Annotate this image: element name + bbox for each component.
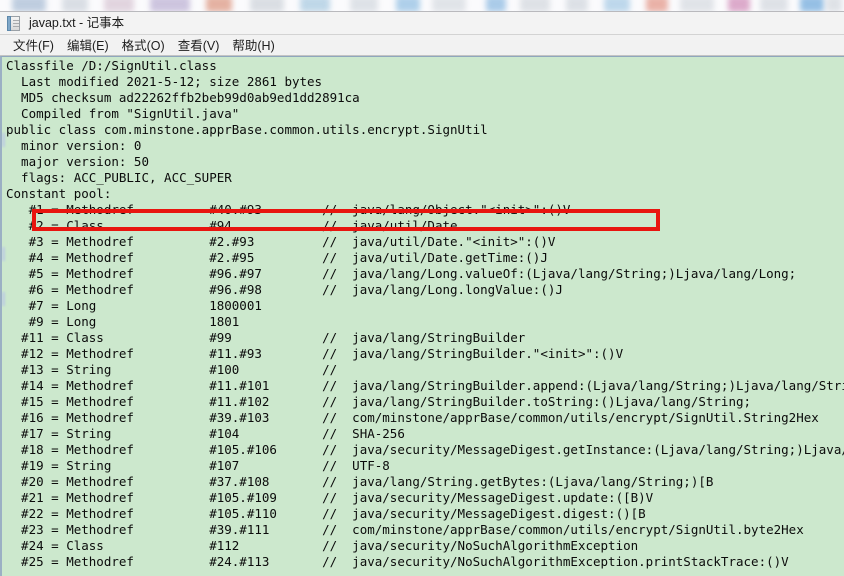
blurred-tab-blob [486,0,506,11]
blurred-tab-blob [646,0,668,11]
code-line: #12 = Methodref #11.#93 // java/lang/Str… [6,346,624,361]
blurred-tab-blob [12,0,46,11]
menu-edit[interactable]: 编辑(E) [63,34,118,56]
blurred-tab-blob [800,0,824,11]
code-line: #3 = Methodref #2.#93 // java/util/Date.… [6,234,556,249]
notepad-window: javap.txt - 记事本 文件(F) 编辑(E) 格式(O) 查看(V) … [0,12,844,576]
code-line: #23 = Methodref #39.#111 // com/minstone… [6,522,804,537]
blurred-tab-blob [62,0,88,11]
javap-output-text[interactable]: Classfile /D:/SignUtil.class Last modifi… [6,58,844,570]
blurred-tab-blob [150,0,190,11]
code-line: major version: 50 [6,154,149,169]
background-browser-strip [0,0,844,12]
code-line: public class com.minstone.apprBase.commo… [6,122,488,137]
blurred-tab-blob [520,0,550,11]
blurred-tab-blob [350,0,378,11]
code-line: #19 = String #107 // UTF-8 [6,458,390,473]
blurred-tab-blob [604,0,630,11]
blurred-tab-blob [728,0,750,11]
code-line: #16 = Methodref #39.#103 // com/minstone… [6,410,819,425]
code-line: MD5 checksum ad22262ffb2beb99d0ab9ed1dd2… [6,90,360,105]
code-line: #25 = Methodref #24.#113 // java/securit… [6,554,789,569]
code-line: #5 = Methodref #96.#97 // java/lang/Long… [6,266,797,281]
code-line: Classfile /D:/SignUtil.class [6,58,217,73]
code-line: Last modified 2021-5-12; size 2861 bytes [6,74,323,89]
code-line: #2 = Class #94 // java/util/Date [6,218,458,233]
code-line: flags: ACC_PUBLIC, ACC_SUPER [6,170,232,185]
code-line: #22 = Methodref #105.#110 // java/securi… [6,506,646,521]
notepad-icon [7,15,22,31]
menu-format[interactable]: 格式(O) [118,34,174,56]
blurred-tab-blob [250,0,284,11]
blurred-tab-blob [104,0,134,11]
code-line: #7 = Long 1800001 [6,298,262,313]
window-title: javap.txt - 记事本 [29,16,125,30]
code-line: #6 = Methodref #96.#98 // java/lang/Long… [6,282,563,297]
code-line: #4 = Methodref #2.#95 // java/util/Date.… [6,250,548,265]
text-editor-area[interactable]: Classfile /D:/SignUtil.class Last modifi… [0,56,844,576]
menu-view[interactable]: 查看(V) [174,34,229,56]
code-line: #21 = Methodref #105.#109 // java/securi… [6,490,654,505]
code-line: #11 = Class #99 // java/lang/StringBuild… [6,330,526,345]
blurred-tab-blob [396,0,420,11]
blurred-tab-blob [206,0,232,11]
code-line: #18 = Methodref #105.#106 // java/securi… [21,442,844,457]
blurred-tab-blob [826,0,842,11]
menu-help[interactable]: 帮助(H) [228,34,283,56]
code-line: minor version: 0 [6,138,142,153]
code-line: #24 = Class #112 // java/security/NoSuch… [6,538,639,553]
code-line: #9 = Long 1801 [6,314,240,329]
code-line: #20 = Methodref #37.#108 // java/lang/St… [6,474,714,489]
code-line: #15 = Methodref #11.#102 // java/lang/St… [6,394,752,409]
menu-bar: 文件(F) 编辑(E) 格式(O) 查看(V) 帮助(H) [0,34,844,56]
title-bar: javap.txt - 记事本 [0,12,844,34]
code-line: Compiled from "SignUtil.java" [6,106,240,121]
code-line: #1 = Methodref #40.#93 // java/lang/Obje… [6,202,571,217]
blurred-tab-blob [680,0,714,11]
code-line: #17 = String #104 // SHA-256 [6,426,405,441]
blurred-tab-blob [760,0,788,11]
blurred-tab-blob [300,0,330,11]
code-line: Constant pool: [6,186,112,201]
code-line: #14 = Methodref #11.#101 // java/lang/St… [6,378,844,393]
blurred-tab-blob [566,0,588,11]
blurred-tab-blob [432,0,466,11]
code-line: #13 = String #100 // [6,362,338,377]
menu-file[interactable]: 文件(F) [9,34,63,56]
